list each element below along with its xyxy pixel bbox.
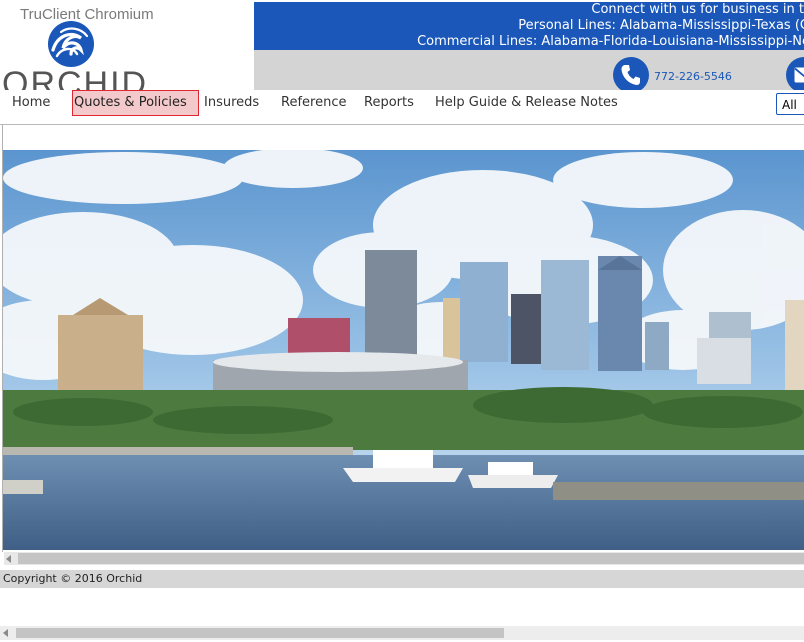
mail-icon[interactable] (786, 57, 804, 90)
page: TruClient Chromium ORCHID Connect with u… (0, 0, 804, 642)
hero-skyline-image (3, 150, 804, 550)
nav-item-quotes-policies[interactable]: Quotes & Policies (72, 90, 199, 116)
contact-strip: 772-226-5546 (254, 50, 804, 90)
nav-item-reference[interactable]: Reference (281, 95, 346, 110)
main-nav: Home Quotes & Policies Insureds Referenc… (0, 90, 804, 118)
page-scrollbar-thumb[interactable] (16, 628, 504, 638)
phone-number[interactable]: 772-226-5546 (654, 70, 732, 83)
phone-icon[interactable] (613, 57, 649, 90)
page-scroll-left-arrow-icon[interactable] (3, 629, 8, 637)
scrollbar-thumb[interactable] (18, 553, 804, 564)
page-horizontal-scrollbar[interactable] (0, 626, 804, 640)
footer: Copyright © 2016 Orchid (0, 570, 804, 588)
states-banner: Connect with us for business in t Person… (254, 2, 804, 50)
scroll-left-arrow-icon[interactable] (6, 555, 11, 563)
nav-item-reports[interactable]: Reports (364, 95, 414, 110)
banner-line-personal: Personal Lines: Alabama-Mississippi-Texa… (518, 18, 804, 33)
content-frame (2, 125, 804, 552)
banner-line-connect: Connect with us for business in t (591, 2, 804, 17)
nav-item-home[interactable]: Home (12, 95, 50, 110)
logo-wordmark: ORCHID (2, 65, 149, 90)
search-scope-select[interactable]: All (776, 93, 804, 115)
content-horizontal-scrollbar[interactable] (4, 552, 804, 565)
logo-area: TruClient Chromium ORCHID (0, 0, 254, 90)
nav-item-insureds[interactable]: Insureds (204, 95, 259, 110)
nav-item-help-guide[interactable]: Help Guide & Release Notes (435, 95, 618, 110)
banner-line-commercial: Commercial Lines: Alabama-Florida-Louisi… (417, 34, 804, 49)
orchid-logo-icon[interactable] (47, 20, 95, 68)
copyright-text: Copyright © 2016 Orchid (3, 572, 143, 585)
